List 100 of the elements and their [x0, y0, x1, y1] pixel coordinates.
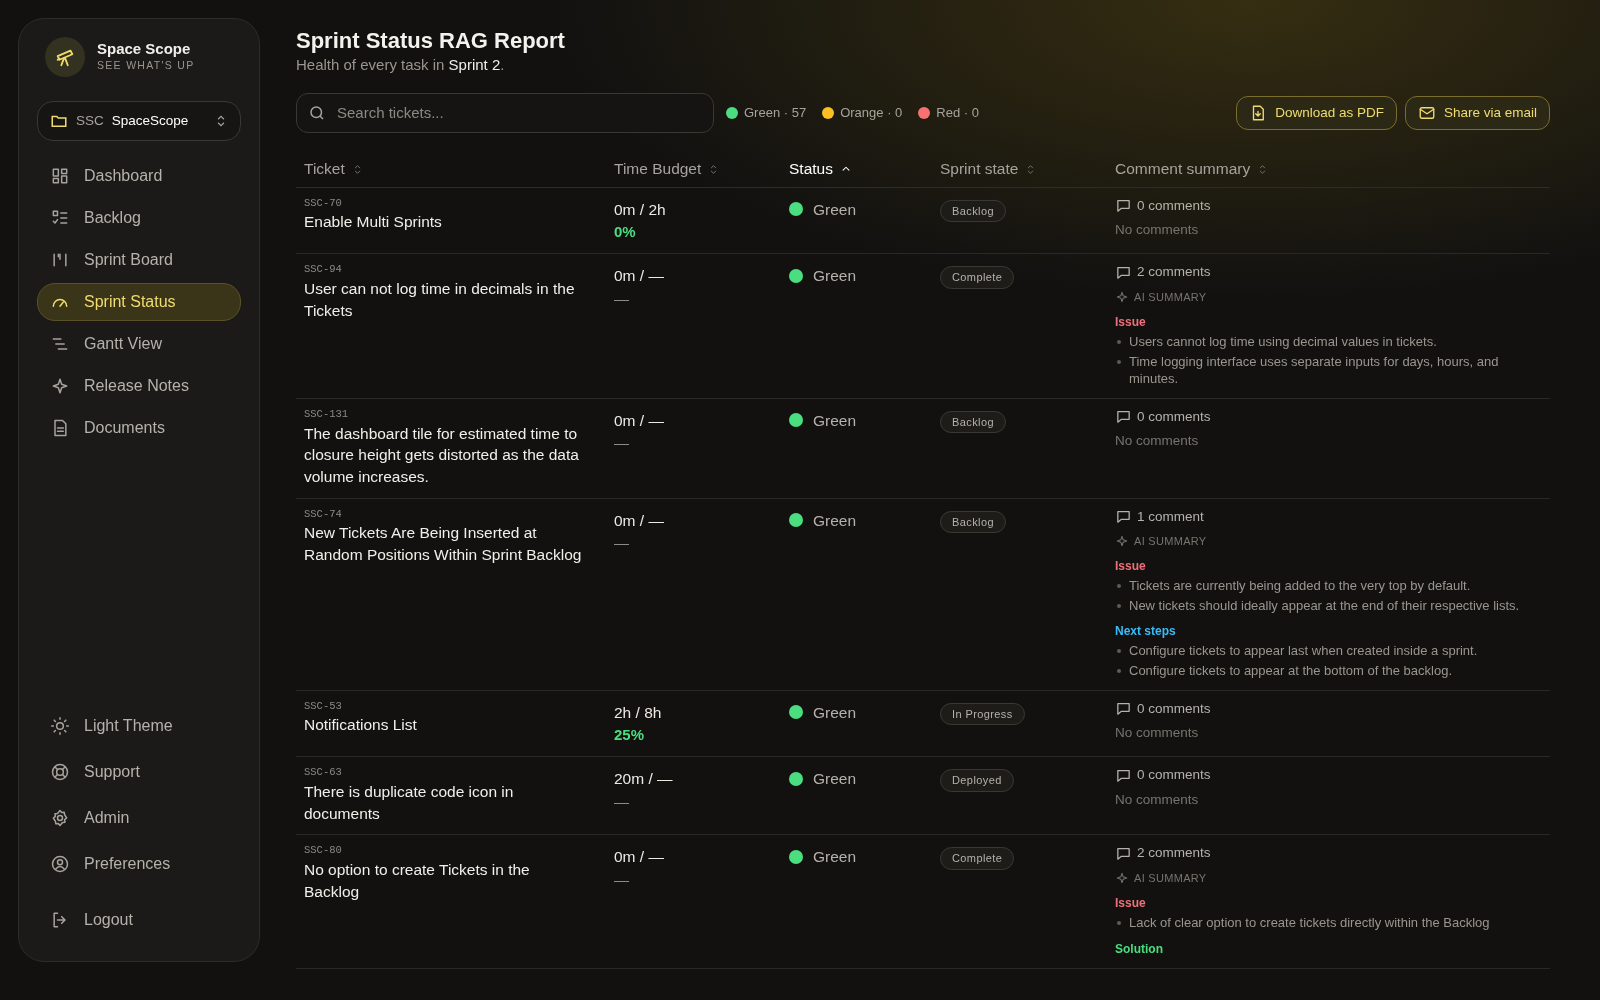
comment-count: 1 comment	[1137, 507, 1204, 526]
sidebar-link[interactable]: Logout	[37, 901, 241, 939]
sidebar-link[interactable]: Support	[37, 753, 241, 791]
sprint-state-tag: Backlog	[940, 510, 1006, 534]
status-label: Green	[813, 410, 857, 431]
progress-value: 25%	[614, 724, 646, 745]
lifebuoy-icon	[50, 762, 70, 782]
nav-item[interactable]: Dashboard	[37, 157, 241, 196]
ticket-title: Enable Multi Sprints	[304, 212, 443, 233]
search-field[interactable]: Search tickets...	[296, 92, 714, 134]
download-pdf-button[interactable]: Download as PDF	[1236, 96, 1397, 131]
summary-heading: Next steps	[1115, 623, 1177, 641]
ticket-title: New Tickets Are Being Inserted at Random Positions Within Sprint Backlog	[304, 523, 583, 566]
ticket-title: No option to create Tickets in the Backlog	[304, 860, 531, 902]
time-budget: 20m / —	[614, 769, 674, 790]
summary-point: Lack of clear option to create tickets directly within the Backlog	[1115, 914, 1550, 932]
sparkle-icon	[1115, 289, 1129, 304]
ticket-id: SSC-63	[304, 765, 343, 781]
nav-item[interactable]: Sprint Board	[37, 241, 241, 280]
comment-note: No comments	[1115, 432, 1200, 451]
comment-icon	[1115, 700, 1132, 718]
legend-label: Green · 57	[744, 104, 807, 123]
sprint-state-tag: Complete	[940, 847, 1015, 870]
ticket-title: Notifications List	[304, 715, 418, 736]
status-label: Green	[813, 199, 857, 220]
column-header[interactable]: Ticket	[304, 157, 614, 181]
sidebar-link[interactable]: Light Theme	[37, 707, 241, 745]
time-budget: 0m / —	[614, 266, 665, 287]
time-budget: 0m / 2h	[614, 199, 667, 220]
telescope-logo-icon	[45, 37, 85, 77]
page-subtitle: Health of every task in Sprint 2.	[296, 55, 506, 76]
ticket-title: The dashboard tile for estimated time to closure height gets distorted as the data volume increases.	[304, 423, 580, 487]
ticket-id: SSC-70	[304, 195, 343, 211]
comment-count: 2 comments	[1137, 263, 1211, 282]
ticket-id: SSC-74	[304, 506, 343, 522]
sprint-state-tag: Deployed	[940, 769, 1014, 792]
brand-tagline: SEE WHAT'S UP	[97, 58, 195, 74]
ticket-title: There is duplicate code icon in documents	[304, 782, 515, 824]
nav-item[interactable]: Backlog	[37, 199, 241, 238]
comment-icon	[1115, 197, 1132, 215]
ticket-title: User can not log time in decimals in the Tickets	[304, 279, 576, 321]
sprint-state-tag: Backlog	[940, 410, 1006, 434]
summary-heading: Solution	[1115, 940, 1164, 958]
column-header[interactable]: Comment summary	[1115, 157, 1550, 181]
nav-item[interactable]: Release Notes	[37, 367, 241, 406]
comment-count: 0 comments	[1137, 196, 1211, 215]
sprint-state-tag: In Progress	[940, 702, 1025, 726]
progress-value: —	[614, 532, 630, 553]
brand-name: Space Scope	[97, 40, 192, 59]
progress-value: 0%	[614, 221, 637, 242]
sprint-state-tag: Complete	[940, 266, 1015, 289]
comment-count: 0 comments	[1137, 699, 1211, 718]
progress-value: —	[614, 433, 630, 454]
comment-count: 0 comments	[1137, 407, 1211, 426]
sprint-state-tag: Backlog	[940, 199, 1006, 223]
comment-icon	[1115, 508, 1132, 526]
time-budget: 0m / —	[614, 847, 665, 868]
legend-label: Red · 0	[936, 104, 979, 123]
ticket-id: SSC-80	[304, 843, 343, 859]
column-header[interactable]: Time Budget	[614, 157, 789, 181]
column-header[interactable]: Status	[789, 157, 940, 181]
legend-label: Orange · 0	[840, 104, 903, 123]
sun-icon	[50, 716, 70, 736]
user-circle-icon	[50, 854, 70, 874]
comment-count: 0 comments	[1137, 766, 1211, 785]
status-label: Green	[813, 847, 857, 868]
ticket-id: SSC-53	[304, 698, 343, 714]
column-header[interactable]: Sprint state	[940, 157, 1115, 181]
ai-summary-label: AI SUMMARY	[1134, 533, 1207, 549]
ticket-id: SSC-94	[304, 262, 343, 278]
comment-icon	[1115, 845, 1132, 863]
sidebar-link[interactable]: Preferences	[37, 845, 241, 883]
project-selector[interactable]: SSC SpaceScope	[37, 101, 241, 142]
nav-item[interactable]: Documents	[37, 409, 241, 448]
nav-item[interactable]: Gantt View	[37, 325, 241, 364]
status-label: Green	[813, 266, 857, 287]
ai-summary-label: AI SUMMARY	[1134, 289, 1207, 305]
nav-item[interactable]: Sprint Status	[37, 283, 241, 322]
sparkle-icon	[1115, 534, 1129, 549]
comment-note: No comments	[1115, 790, 1200, 809]
summary-point: Tickets are currently being added to the very top by default.	[1115, 577, 1550, 595]
summary-point: Time logging interface uses separate inputs for days, hours, and minutes.	[1115, 352, 1550, 388]
page-title: Sprint Status RAG Report	[296, 28, 566, 55]
share-email-button[interactable]: Share via email	[1404, 96, 1550, 131]
progress-value: —	[614, 791, 630, 812]
summary-point: Users cannot log time using decimal values in tickets.	[1115, 333, 1550, 351]
ticket-id: SSC-131	[304, 406, 350, 422]
summary-point: Configure tickets to appear at the bottom of the backlog.	[1115, 662, 1550, 680]
status-label: Green	[813, 769, 857, 790]
comment-note: No comments	[1115, 220, 1200, 239]
comment-icon	[1115, 408, 1132, 426]
sidebar-link[interactable]: Admin	[37, 799, 241, 837]
summary-heading: Issue	[1115, 314, 1147, 332]
status-label: Green	[813, 702, 857, 723]
gear-icon	[50, 808, 70, 828]
comment-count: 2 comments	[1137, 844, 1211, 863]
sparkle-icon	[1115, 870, 1129, 885]
time-budget: 2h / 8h	[614, 702, 663, 723]
status-label: Green	[813, 510, 857, 531]
ai-summary-label: AI SUMMARY	[1134, 870, 1207, 886]
